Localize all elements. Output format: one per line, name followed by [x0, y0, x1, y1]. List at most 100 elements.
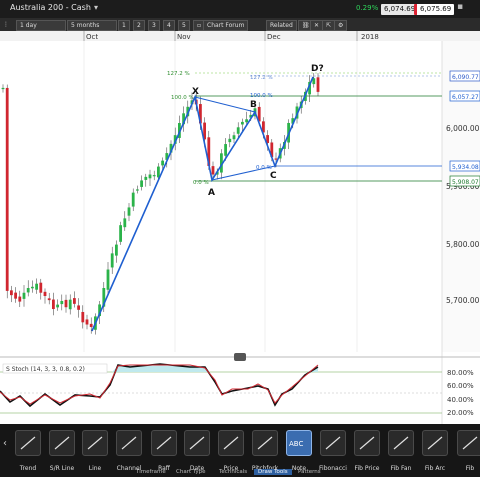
stochastic-panel: S Stoch (14, 3, 3, 0.8, 0.2) 80.00% 60.0…	[0, 363, 474, 417]
candle-body	[110, 253, 114, 268]
sr-line-icon	[49, 430, 75, 456]
candle-body	[10, 290, 13, 296]
candle-body	[64, 299, 68, 308]
window-menu-icon[interactable]: ▪	[457, 2, 463, 12]
fibonacci-icon	[320, 430, 346, 456]
pattern-point-a: A	[208, 188, 215, 198]
candle-body	[56, 304, 59, 308]
chart-forum-label: Chart Forum	[207, 22, 245, 29]
title-bar: Australia 200 - Cash ▾ 0.29% 6,074.69 6,…	[0, 0, 480, 18]
settings-icon[interactable]: ⚙	[334, 20, 348, 31]
candle-body	[35, 283, 38, 290]
candle-body	[316, 77, 320, 92]
chart-count-1[interactable]: 1	[118, 20, 130, 31]
candle-body	[140, 180, 143, 187]
candle-body	[77, 305, 80, 310]
candle-body	[152, 175, 156, 177]
candle-body	[85, 319, 89, 325]
candle-body	[1, 87, 5, 90]
range-label: 5 months	[71, 22, 100, 29]
candle-body	[52, 299, 55, 310]
candle-body	[232, 135, 236, 140]
fib-label-100-blue: 100.0 %	[250, 93, 273, 99]
subtab-technicals[interactable]: Technicals	[219, 469, 247, 475]
candle-body	[241, 121, 244, 125]
chart-toolbar: ⋮ 1 day 5 months 1 2 3 4 5 ▫ Chart Forum…	[0, 18, 480, 31]
candle-body	[43, 291, 47, 297]
candlestick-series	[1, 73, 320, 335]
candle-body	[18, 296, 22, 302]
candle-body	[68, 299, 72, 310]
price-chart[interactable]: Oct Nov Dec 2018 6,000.00 5,900.00 5,800…	[0, 31, 480, 424]
candle-body	[47, 298, 51, 301]
chart-count-2[interactable]: 2	[133, 20, 145, 31]
price-tag-4-text: 5,908.07	[452, 179, 479, 186]
xb-leg-line	[194, 96, 256, 113]
candle-body	[26, 288, 30, 293]
candle-body	[106, 269, 110, 290]
fib-label-127-blue: 127.2 %	[250, 75, 273, 81]
note-icon: ABC	[286, 430, 312, 456]
price-tag-2-text: 6,057.27	[452, 94, 479, 101]
price-label-5800: 5,800.00	[446, 240, 480, 249]
x-axis-label-nov: Nov	[177, 33, 191, 41]
xabcd-pattern-line	[91, 76, 314, 332]
candle-body	[14, 292, 17, 299]
related-button[interactable]: Related	[266, 20, 297, 31]
candle-body	[39, 282, 43, 293]
price-label-6000: 6,000.00	[446, 124, 480, 133]
candle-body	[236, 127, 240, 134]
candle-body	[89, 323, 93, 328]
candle-body	[123, 218, 127, 228]
subtab-chart-type[interactable]: Chart Type	[176, 469, 206, 475]
candle-body	[60, 300, 64, 305]
grip-icon: ⋮	[3, 21, 9, 28]
fib-label-0-green: 0.0 %	[193, 180, 209, 186]
chart-count-3[interactable]: 3	[148, 20, 160, 31]
time-axis-bar	[0, 31, 480, 41]
x-axis-label-oct: Oct	[86, 33, 98, 41]
sell-price-button[interactable]: 6,074.69	[381, 4, 419, 15]
related-label: Related	[270, 22, 293, 29]
interval-select[interactable]: 1 day	[16, 20, 66, 31]
range-select[interactable]: 5 months	[67, 20, 117, 31]
panel-resize-handle	[234, 353, 246, 361]
trend-line-icon	[15, 430, 41, 456]
pattern-point-x: X	[192, 87, 199, 97]
fib-fan-icon	[388, 430, 414, 456]
interval-label: 1 day	[20, 22, 37, 29]
price-axis	[442, 41, 480, 352]
price-tag-3-text: 5,934.08	[452, 164, 479, 171]
stoch-axis-20: 20.00%	[447, 409, 474, 417]
candle-body	[161, 160, 164, 166]
fib-arc-icon	[422, 430, 448, 456]
stoch-axis-40: 40.00%	[447, 396, 474, 404]
change-percent: 0.29%	[356, 4, 379, 12]
candle-body	[127, 207, 131, 216]
fib-icon	[457, 430, 480, 456]
price-tag-1-text: 6,090.77	[452, 74, 479, 81]
candle-body	[31, 286, 34, 289]
subtab-patterns[interactable]: Patterns	[298, 469, 321, 475]
svg-text:ABC: ABC	[289, 440, 303, 448]
chart-count-5[interactable]: 5	[178, 20, 190, 31]
subtab-timeframe[interactable]: Timeframe	[136, 469, 166, 475]
x-axis-label-2018: 2018	[361, 33, 379, 41]
candle-body	[136, 189, 139, 191]
line-icon	[82, 430, 108, 456]
candle-body	[157, 166, 160, 178]
tool-fib[interactable]: Fib	[450, 430, 480, 472]
market-dropdown-icon[interactable]: ▾	[94, 3, 98, 12]
price-label-5700: 5,700.00	[446, 296, 480, 305]
candle-body	[81, 311, 85, 323]
candle-body	[144, 176, 148, 180]
stoch-axis-60: 60.00%	[447, 382, 474, 390]
buy-price-button[interactable]: 6,075.69	[414, 4, 455, 15]
subtab-draw-tools[interactable]: Draw Tools	[254, 469, 292, 475]
window-title: Australia 200 - Cash	[10, 3, 91, 12]
chart-forum-button[interactable]: Chart Forum	[203, 20, 249, 31]
candle-body	[5, 87, 9, 291]
candle-body	[245, 119, 248, 123]
chart-count-4[interactable]: 4	[163, 20, 175, 31]
candle-body	[73, 298, 76, 304]
